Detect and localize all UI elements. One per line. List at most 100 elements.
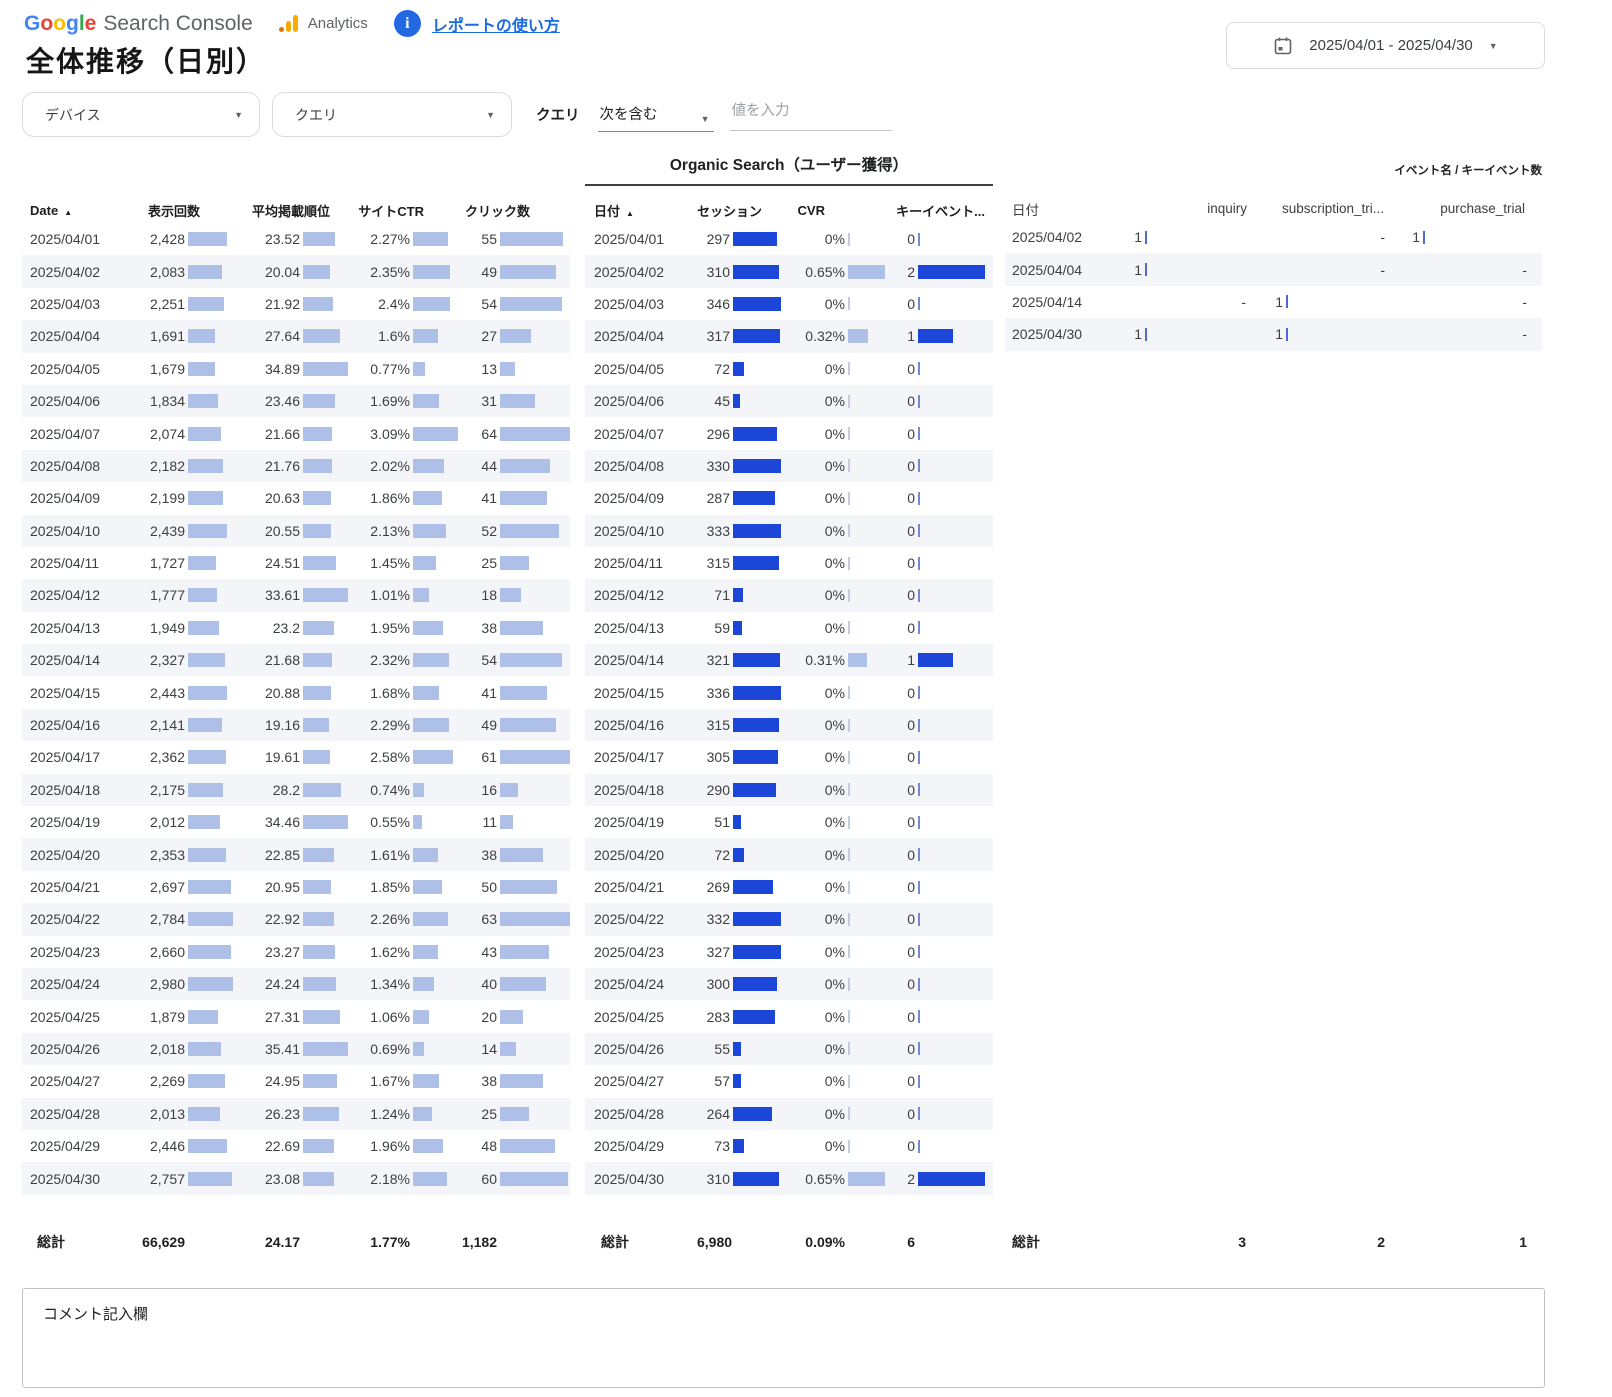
metric-value: 317 — [697, 328, 730, 344]
date-range-picker[interactable]: 2025/04/01 - 2025/04/30 ▼ — [1226, 22, 1545, 69]
metric-cell: 13 — [458, 353, 570, 385]
metric-cell: 2,980 — [140, 968, 233, 1000]
metric-cell: 0% — [781, 515, 885, 547]
comment-box[interactable]: コメント記入欄 — [22, 1288, 1545, 1388]
metric-value: 2,362 — [140, 749, 185, 765]
metric-value: 41 — [458, 490, 497, 506]
column-header[interactable]: クリック数 — [458, 201, 570, 220]
date-cell: 2025/04/10 — [22, 523, 140, 539]
bar — [733, 750, 778, 764]
column-header[interactable]: Date▲ — [22, 203, 140, 218]
totals-value: 1.77% — [348, 1234, 410, 1250]
metric-value: 51 — [697, 814, 730, 830]
bar — [188, 459, 223, 473]
metric-value: 35.41 — [233, 1041, 300, 1057]
column-header[interactable]: 平均掲載順位 — [233, 201, 348, 220]
column-header[interactable]: セッション — [697, 201, 781, 220]
metric-value: 0 — [885, 587, 915, 603]
metric-value: 310 — [697, 1171, 730, 1187]
metric-value: 1.68% — [348, 685, 410, 701]
column-header[interactable]: 表示回数 — [140, 201, 233, 220]
totals-label: 総計 — [22, 1232, 140, 1252]
metric-value: 0% — [781, 555, 845, 571]
events-caption: イベント名 / キーイベント数 — [1005, 162, 1542, 176]
page-title: 全体推移（日別） — [26, 40, 266, 80]
metric-value: 1,777 — [140, 587, 185, 603]
metric-value: 16 — [458, 782, 497, 798]
filter-value-input[interactable] — [730, 99, 892, 131]
bar-area — [185, 320, 233, 352]
metric-cell: 23.27 — [233, 936, 348, 968]
column-header[interactable]: サイトCTR — [348, 201, 458, 220]
column-header[interactable]: CVR — [781, 203, 885, 218]
bar — [500, 686, 547, 700]
bar — [500, 912, 570, 926]
bar-area — [300, 1000, 348, 1032]
table-row: 2025/04/212690%0 — [585, 871, 993, 903]
null-value-cell: - — [1386, 294, 1528, 310]
metric-value: 296 — [697, 426, 730, 442]
bar — [303, 945, 335, 959]
analytics-logo: Analytics — [279, 14, 368, 33]
metric-value: 3.09% — [348, 426, 410, 442]
metric-value: 2,083 — [140, 264, 185, 280]
bar — [918, 395, 920, 408]
date-cell: 2025/04/01 — [22, 231, 140, 247]
metric-cell: 269 — [697, 871, 781, 903]
help-link[interactable]: レポートの使い方 — [432, 12, 560, 36]
bar-area — [410, 612, 458, 644]
metric-cell: 18 — [458, 579, 570, 611]
column-header[interactable]: キーイベント... — [885, 201, 985, 220]
table-row: 2025/04/033460%0 — [585, 288, 993, 320]
bar — [303, 912, 334, 926]
bar-area — [300, 1228, 348, 1256]
metric-cell: 1.95% — [348, 612, 458, 644]
totals-cell: 6,980 — [697, 1228, 781, 1256]
bar — [500, 588, 521, 602]
bar-area — [730, 1162, 781, 1194]
column-header[interactable]: inquiry — [1100, 201, 1247, 216]
metric-value: 1,691 — [140, 328, 185, 344]
column-header[interactable]: 日付 — [1005, 199, 1100, 219]
metric-value: 0% — [781, 814, 845, 830]
match-type-select[interactable]: 次を含む ▼ — [598, 98, 714, 132]
metric-cell: 0 — [885, 353, 985, 385]
bar-area — [185, 774, 233, 806]
bar — [188, 329, 215, 343]
metric-value: 21.76 — [233, 458, 300, 474]
metric-value: 23.2 — [233, 620, 300, 636]
column-header[interactable]: 日付▲ — [585, 201, 697, 220]
metric-cell: 0 — [885, 288, 985, 320]
bar-area — [730, 417, 781, 449]
device-filter-dropdown[interactable]: デバイス ▼ — [22, 92, 260, 137]
bar — [918, 492, 920, 505]
metric-value: 48 — [458, 1138, 497, 1154]
query-filter-dropdown[interactable]: クエリ ▼ — [272, 92, 512, 137]
metric-cell: 310 — [697, 1162, 781, 1194]
metric-cell: 55 — [697, 1033, 781, 1065]
bar-area — [730, 385, 781, 417]
bar — [303, 297, 333, 311]
date-range-value: 2025/04/01 - 2025/04/30 — [1309, 37, 1472, 54]
bar-area — [730, 838, 781, 870]
bar-area — [730, 936, 781, 968]
bar-area — [410, 255, 458, 287]
metric-cell: 333 — [697, 515, 781, 547]
metric-cell: 0% — [781, 871, 885, 903]
bar-area — [410, 1162, 458, 1194]
totals-cell: 66,629 — [140, 1228, 233, 1256]
column-header[interactable]: purchase_trial — [1386, 201, 1528, 216]
bar — [848, 848, 850, 861]
bar-area — [497, 1033, 570, 1065]
metric-cell: 52 — [458, 515, 570, 547]
metric-cell: 1,691 — [140, 320, 233, 352]
metric-cell: 2 — [885, 255, 985, 287]
bar — [918, 557, 920, 570]
date-cell: 2025/04/30 — [22, 1171, 140, 1187]
totals-value: 66,629 — [140, 1234, 185, 1250]
metric-value: 0% — [781, 620, 845, 636]
metric-cell: 23.46 — [233, 385, 348, 417]
metric-value: 27 — [458, 328, 497, 344]
bar-area — [185, 385, 233, 417]
column-header[interactable]: subscription_tri... — [1247, 201, 1386, 216]
